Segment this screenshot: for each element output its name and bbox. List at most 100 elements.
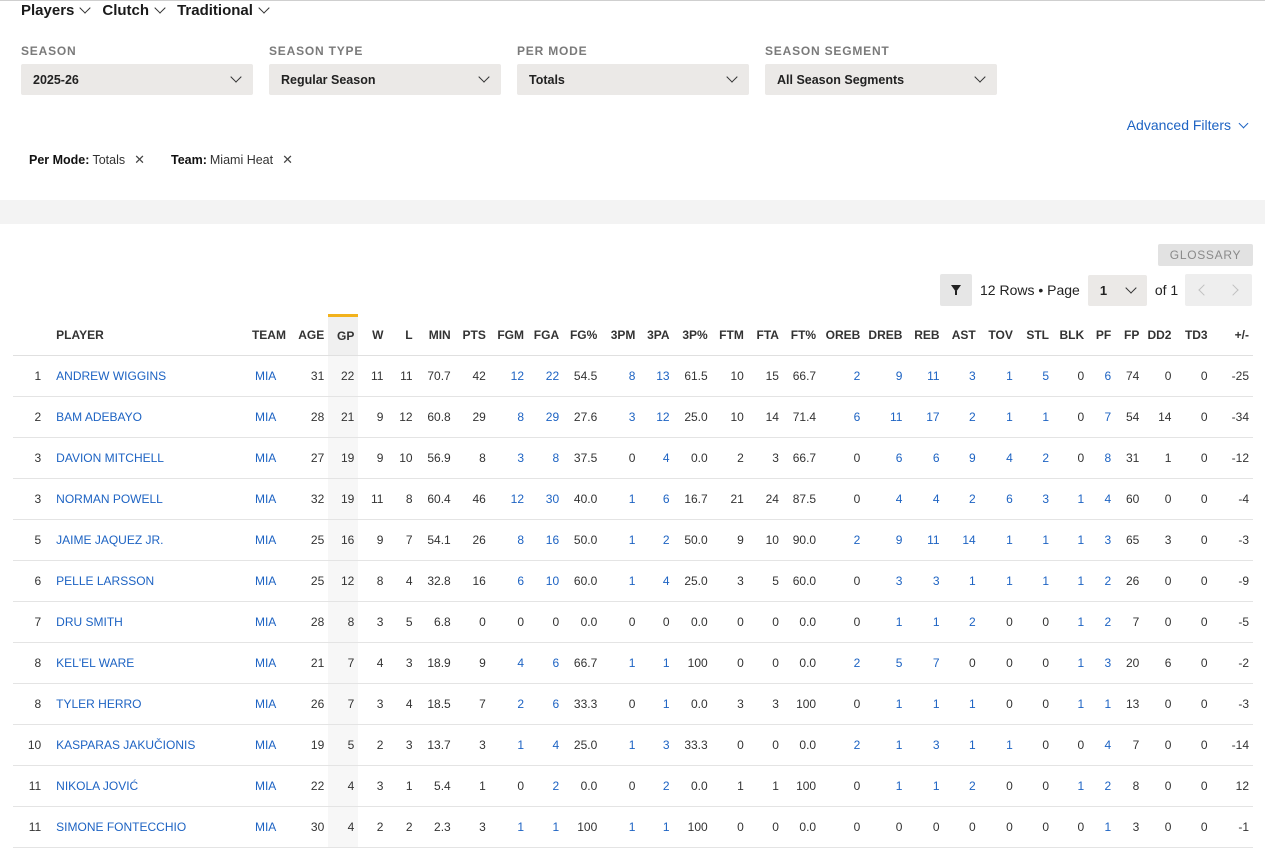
column-header[interactable]: W <box>358 315 388 356</box>
stat-link[interactable]: 4 <box>1105 492 1112 506</box>
stat-link[interactable]: 9 <box>896 369 903 383</box>
player-link[interactable]: SIMONE FONTECCHIO <box>56 820 186 834</box>
close-icon[interactable]: ✕ <box>134 152 145 168</box>
player-link[interactable]: DAVION MITCHELL <box>56 451 164 465</box>
column-header[interactable]: FGM <box>489 315 528 356</box>
stat-link[interactable]: 29 <box>546 410 559 424</box>
stat-link[interactable]: 1 <box>1077 492 1084 506</box>
stat-link[interactable]: 10 <box>546 574 559 588</box>
stat-link[interactable]: 2 <box>854 656 861 670</box>
column-header[interactable]: L <box>387 315 417 356</box>
stat-link[interactable]: 4 <box>552 738 559 752</box>
stat-link[interactable]: 14 <box>962 533 975 547</box>
stat-link[interactable]: 1 <box>629 492 636 506</box>
season-type-select[interactable]: Regular Season <box>269 64 501 95</box>
stat-link[interactable]: 2 <box>663 779 670 793</box>
stat-link[interactable]: 1 <box>933 697 940 711</box>
stat-link[interactable]: 2 <box>1105 615 1112 629</box>
column-header[interactable]: STL <box>1016 315 1053 356</box>
nav-clutch-dropdown[interactable]: Clutch <box>102 2 166 19</box>
stat-link[interactable]: 6 <box>552 697 559 711</box>
column-header[interactable]: FTA <box>747 315 783 356</box>
player-link[interactable]: NORMAN POWELL <box>56 492 163 506</box>
column-header[interactable]: GP <box>328 314 359 356</box>
stat-link[interactable]: 22 <box>546 369 559 383</box>
stat-link[interactable]: 8 <box>517 410 524 424</box>
stat-link[interactable]: 6 <box>854 410 861 424</box>
stat-link[interactable]: 1 <box>1077 574 1084 588</box>
stat-link[interactable]: 4 <box>663 574 670 588</box>
close-icon[interactable]: ✕ <box>282 152 293 168</box>
stat-link[interactable]: 2 <box>969 492 976 506</box>
stat-link[interactable]: 4 <box>933 492 940 506</box>
team-link[interactable]: MIA <box>255 697 276 711</box>
stat-link[interactable]: 5 <box>896 656 903 670</box>
column-header[interactable]: OREB <box>820 315 865 356</box>
stat-link[interactable]: 9 <box>969 451 976 465</box>
column-header[interactable]: REB <box>906 315 944 356</box>
column-header[interactable]: 3P% <box>673 315 712 356</box>
stat-link[interactable]: 5 <box>1042 369 1049 383</box>
page-select[interactable]: 1 <box>1087 274 1147 306</box>
stat-link[interactable]: 2 <box>1105 574 1112 588</box>
stat-link[interactable]: 11 <box>927 369 939 383</box>
stat-link[interactable]: 6 <box>663 492 670 506</box>
player-link[interactable]: ANDREW WIGGINS <box>56 369 166 383</box>
stat-link[interactable]: 1 <box>1077 697 1084 711</box>
stat-link[interactable]: 6 <box>1006 492 1013 506</box>
column-header[interactable]: FG% <box>563 315 602 356</box>
player-link[interactable]: NIKOLA JOVIĆ <box>56 779 138 793</box>
stat-link[interactable]: 3 <box>969 369 976 383</box>
player-link[interactable]: KASPARAS JAKUČIONIS <box>56 738 195 752</box>
column-header[interactable]: MIN <box>416 315 455 356</box>
stat-link[interactable]: 1 <box>1006 574 1013 588</box>
stat-link[interactable]: 1 <box>1042 574 1049 588</box>
stat-link[interactable]: 11 <box>927 533 939 547</box>
stat-link[interactable]: 6 <box>896 451 903 465</box>
stat-link[interactable]: 6 <box>1105 369 1112 383</box>
team-link[interactable]: MIA <box>255 492 276 506</box>
stat-link[interactable]: 1 <box>1006 533 1013 547</box>
per-mode-select[interactable]: Totals <box>517 64 749 95</box>
stat-link[interactable]: 17 <box>926 410 939 424</box>
filter-button[interactable] <box>940 274 972 306</box>
stat-link[interactable]: 4 <box>896 492 903 506</box>
stat-link[interactable]: 2 <box>854 738 861 752</box>
stat-link[interactable]: 12 <box>511 492 524 506</box>
player-link[interactable]: PELLE LARSSON <box>56 574 154 588</box>
column-header[interactable]: 3PA <box>639 315 674 356</box>
stat-link[interactable]: 1 <box>1077 615 1084 629</box>
stat-link[interactable]: 1 <box>896 779 903 793</box>
stat-link[interactable]: 8 <box>629 369 636 383</box>
stat-link[interactable]: 1 <box>629 820 636 834</box>
stat-link[interactable]: 1 <box>933 615 940 629</box>
column-header[interactable]: TEAM <box>251 315 297 356</box>
column-header[interactable]: DREB <box>864 315 907 356</box>
team-link[interactable]: MIA <box>255 656 276 670</box>
stat-link[interactable]: 1 <box>517 820 524 834</box>
stat-link[interactable]: 1 <box>629 738 636 752</box>
player-link[interactable]: DRU SMITH <box>56 615 123 629</box>
stat-link[interactable]: 16 <box>546 533 559 547</box>
stat-link[interactable]: 2 <box>517 697 524 711</box>
stat-link[interactable]: 3 <box>629 410 636 424</box>
stat-link[interactable]: 1 <box>1042 533 1049 547</box>
stat-link[interactable]: 2 <box>969 779 976 793</box>
team-link[interactable]: MIA <box>255 574 276 588</box>
stat-link[interactable]: 13 <box>656 369 669 383</box>
player-link[interactable]: JAIME JAQUEZ JR. <box>56 533 163 547</box>
stat-link[interactable]: 1 <box>1077 533 1084 547</box>
column-header[interactable]: 3PM <box>601 315 640 356</box>
nav-players-dropdown[interactable]: Players <box>21 2 92 19</box>
stat-link[interactable]: 1 <box>1105 820 1112 834</box>
column-header[interactable]: FGA <box>528 315 564 356</box>
prev-page-button[interactable] <box>1185 274 1219 306</box>
stat-link[interactable]: 1 <box>663 697 670 711</box>
column-header[interactable]: TOV <box>979 315 1017 356</box>
column-header[interactable]: BLK <box>1053 315 1089 356</box>
stat-link[interactable]: 7 <box>1105 410 1112 424</box>
stat-link[interactable]: 4 <box>517 656 524 670</box>
column-header[interactable]: AST <box>943 315 980 356</box>
nav-traditional-dropdown[interactable]: Traditional <box>177 2 270 19</box>
stat-link[interactable]: 1 <box>1006 369 1013 383</box>
